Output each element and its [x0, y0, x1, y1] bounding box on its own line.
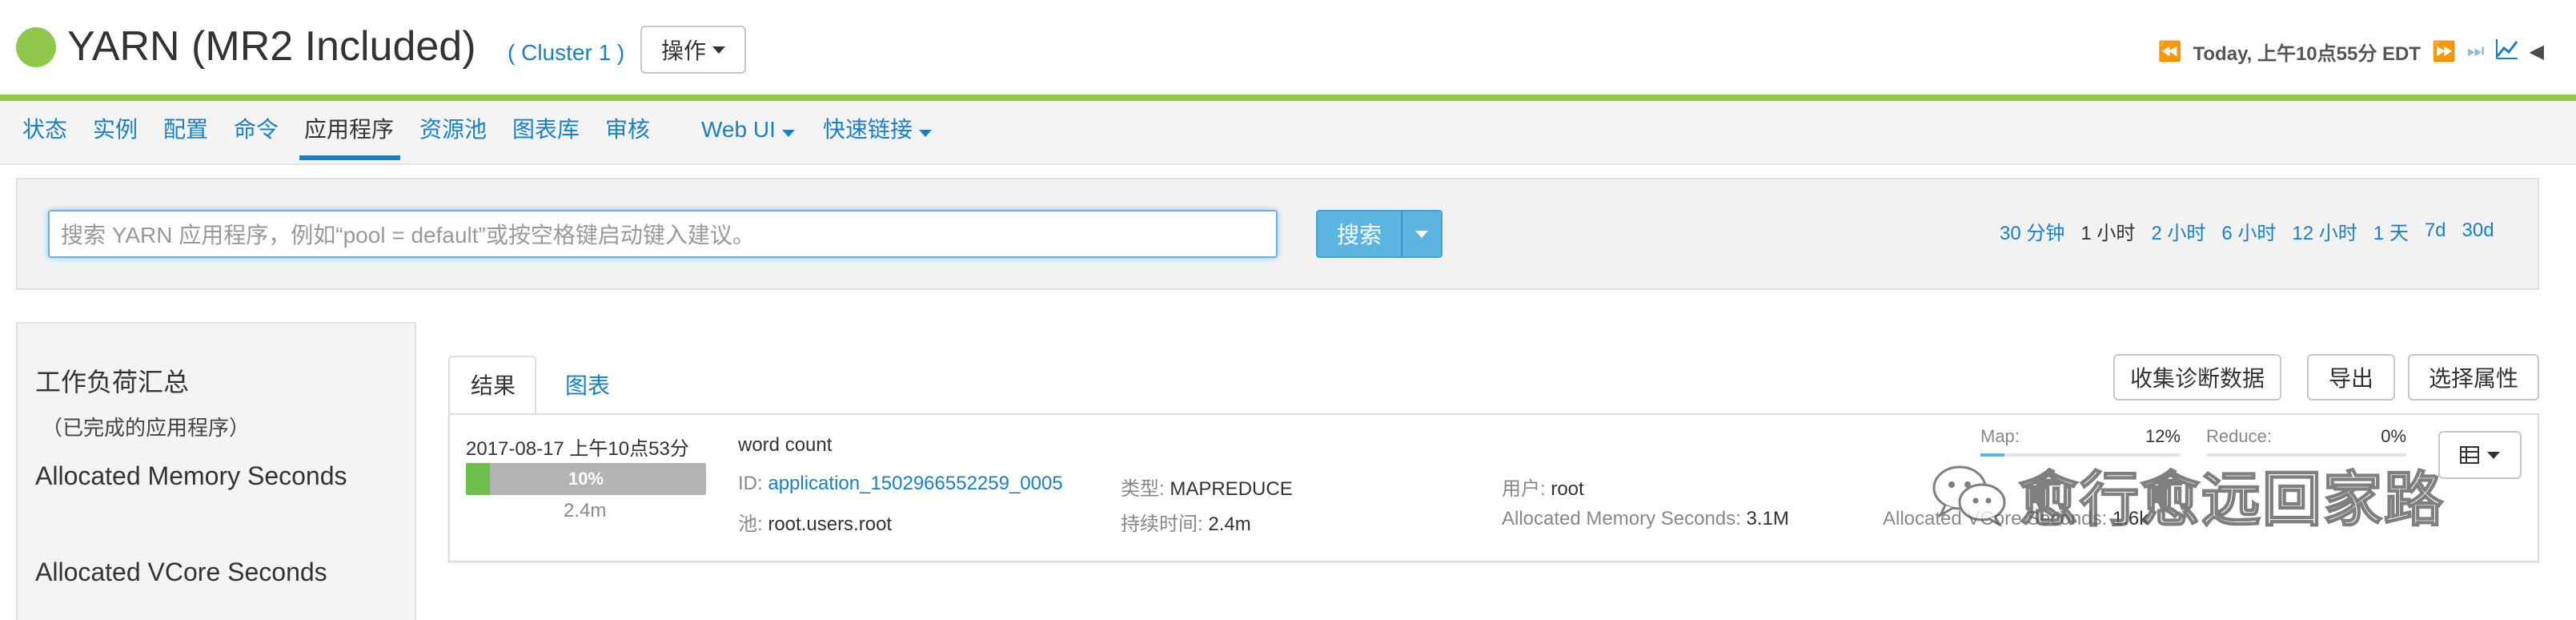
app-progress-bar: 10%: [466, 463, 706, 495]
caret-down-icon: [781, 130, 795, 137]
app-user-field: 用户: root: [1502, 473, 1584, 501]
caret-down-icon: [2487, 451, 2500, 459]
app-id-link[interactable]: application_1502966552259_0005: [768, 473, 1062, 494]
app-type-value: MAPREDUCE: [1170, 478, 1293, 500]
actions-dropdown-button[interactable]: 操作: [640, 26, 746, 74]
time-range-selector: 30 分钟 1 小时 2 小时 6 小时 12 小时 1 天 7d 30d: [2000, 215, 2494, 247]
service-status-indicator: [16, 27, 56, 67]
range-1d[interactable]: 1 天: [2373, 217, 2409, 245]
search-button[interactable]: 搜索: [1316, 210, 1402, 258]
map-fill: [1980, 453, 2004, 457]
range-12h[interactable]: 12 小时: [2292, 217, 2357, 245]
caret-down-icon: [712, 46, 725, 54]
app-start-time: 2017-08-17 上午10点53分: [466, 438, 689, 460]
app-memory-value: 3.1M: [1746, 508, 1789, 529]
app-duration-label: 持续时间:: [1121, 513, 1203, 535]
app-memory-field: Allocated Memory Seconds: 3.1M: [1502, 508, 1789, 530]
tab-web-ui[interactable]: Web UI: [701, 114, 795, 146]
app-pool-value: root.users.root: [768, 513, 893, 535]
current-time-label[interactable]: Today, 上午10点55分 EDT: [2193, 38, 2422, 66]
summary-item-vcore[interactable]: Allocated VCore Seconds: [35, 558, 327, 587]
app-user-label: 用户:: [1502, 478, 1546, 500]
tab-resource-pools[interactable]: 资源池: [419, 114, 487, 146]
time-navigator: ⏪ Today, 上午10点55分 EDT ⏩ ⏭ ◀: [2158, 35, 2544, 67]
cluster-link[interactable]: ( Cluster 1 ): [508, 40, 624, 66]
chart-icon[interactable]: [2495, 38, 2518, 65]
wechat-logo-icon: [1932, 465, 2006, 526]
app-pool-label: 池:: [738, 513, 763, 535]
tab-chart-library[interactable]: 图表库: [512, 114, 580, 146]
app-progress-label: 10%: [568, 469, 604, 489]
app-id-field: ID: application_1502966552259_0005: [738, 473, 1063, 495]
service-title: YARN (MR2 Included): [67, 23, 476, 70]
range-7d[interactable]: 7d: [2425, 219, 2446, 242]
service-header: YARN (MR2 Included) ( Cluster 1 ) 操作 ⏪ T…: [0, 0, 2576, 95]
reduce-label: Reduce:: [2206, 426, 2272, 446]
range-1h[interactable]: 1 小时: [2080, 217, 2135, 245]
fast-forward-icon[interactable]: ⏩: [2432, 40, 2456, 63]
tab-charts[interactable]: 图表: [565, 368, 610, 401]
app-duration-value: 2.4m: [1208, 513, 1251, 535]
app-type-field: 类型: MAPREDUCE: [1121, 473, 1293, 501]
app-type-label: 类型:: [1121, 478, 1165, 500]
caret-down-icon: [918, 130, 932, 137]
app-pool-field: 池: root.users.root: [738, 508, 892, 536]
caret-down-icon: [1415, 230, 1428, 238]
rewind-icon[interactable]: ⏪: [2158, 40, 2182, 63]
workload-summary-panel: 工作负荷汇总 （已完成的应用程序） Allocated Memory Secon…: [16, 322, 416, 620]
search-placeholder: 搜索 YARN 应用程序，例如“pool = default”或按空格键启动键入…: [61, 223, 755, 248]
tab-status[interactable]: 状态: [22, 114, 67, 146]
tab-quick-links[interactable]: 快速链接: [823, 114, 932, 146]
tab-instances[interactable]: 实例: [93, 114, 138, 146]
app-duration-short: 2.4m: [564, 500, 607, 521]
search-input[interactable]: 搜索 YARN 应用程序，例如“pool = default”或按空格键启动键入…: [48, 210, 1278, 258]
tab-commands[interactable]: 命令: [234, 114, 279, 146]
summary-title: 工作负荷汇总: [35, 368, 190, 397]
range-2h[interactable]: 2 小时: [2151, 217, 2205, 245]
range-30d[interactable]: 30d: [2462, 219, 2494, 242]
app-id-label: ID:: [738, 473, 763, 494]
tab-applications[interactable]: 应用程序: [304, 114, 394, 146]
watermark-text: 愈行愈远回家路: [2018, 465, 2445, 533]
quick-links-label: 快速链接: [823, 117, 913, 142]
actions-label: 操作: [660, 38, 706, 63]
tab-results[interactable]: 结果: [471, 368, 516, 401]
collapse-icon[interactable]: ◀: [2530, 40, 2544, 63]
app-name[interactable]: word count: [738, 434, 832, 457]
export-button[interactable]: 导出: [2307, 354, 2395, 401]
collect-diagnostics-button[interactable]: 收集诊断数据: [2113, 354, 2281, 401]
map-label: Map:: [1980, 426, 2020, 446]
search-options-dropdown[interactable]: [1401, 210, 1442, 258]
app-duration-field: 持续时间: 2.4m: [1121, 508, 1251, 536]
watermark: 愈行愈远回家路: [1931, 458, 2445, 533]
range-30m[interactable]: 30 分钟: [2000, 217, 2064, 245]
app-user-value: root: [1551, 478, 1584, 500]
reduce-value: 0%: [2381, 426, 2406, 446]
tab-audits[interactable]: 审核: [605, 114, 650, 146]
summary-item-memory[interactable]: Allocated Memory Seconds: [35, 461, 347, 491]
summary-subtitle: （已完成的应用程序）: [42, 416, 251, 440]
tab-configuration[interactable]: 配置: [163, 114, 208, 146]
range-6h[interactable]: 6 小时: [2221, 217, 2276, 245]
web-ui-label: Web UI: [701, 117, 776, 142]
map-value: 12%: [2145, 426, 2181, 446]
row-actions-dropdown[interactable]: [2438, 431, 2522, 479]
skip-to-end-icon[interactable]: ⏭: [2467, 40, 2485, 62]
select-attributes-button[interactable]: 选择属性: [2408, 354, 2539, 401]
active-tab-indicator: [299, 155, 400, 160]
status-bar-line: [0, 95, 2576, 101]
app-memory-label: Allocated Memory Seconds:: [1502, 508, 1741, 529]
list-icon: [2460, 446, 2479, 464]
